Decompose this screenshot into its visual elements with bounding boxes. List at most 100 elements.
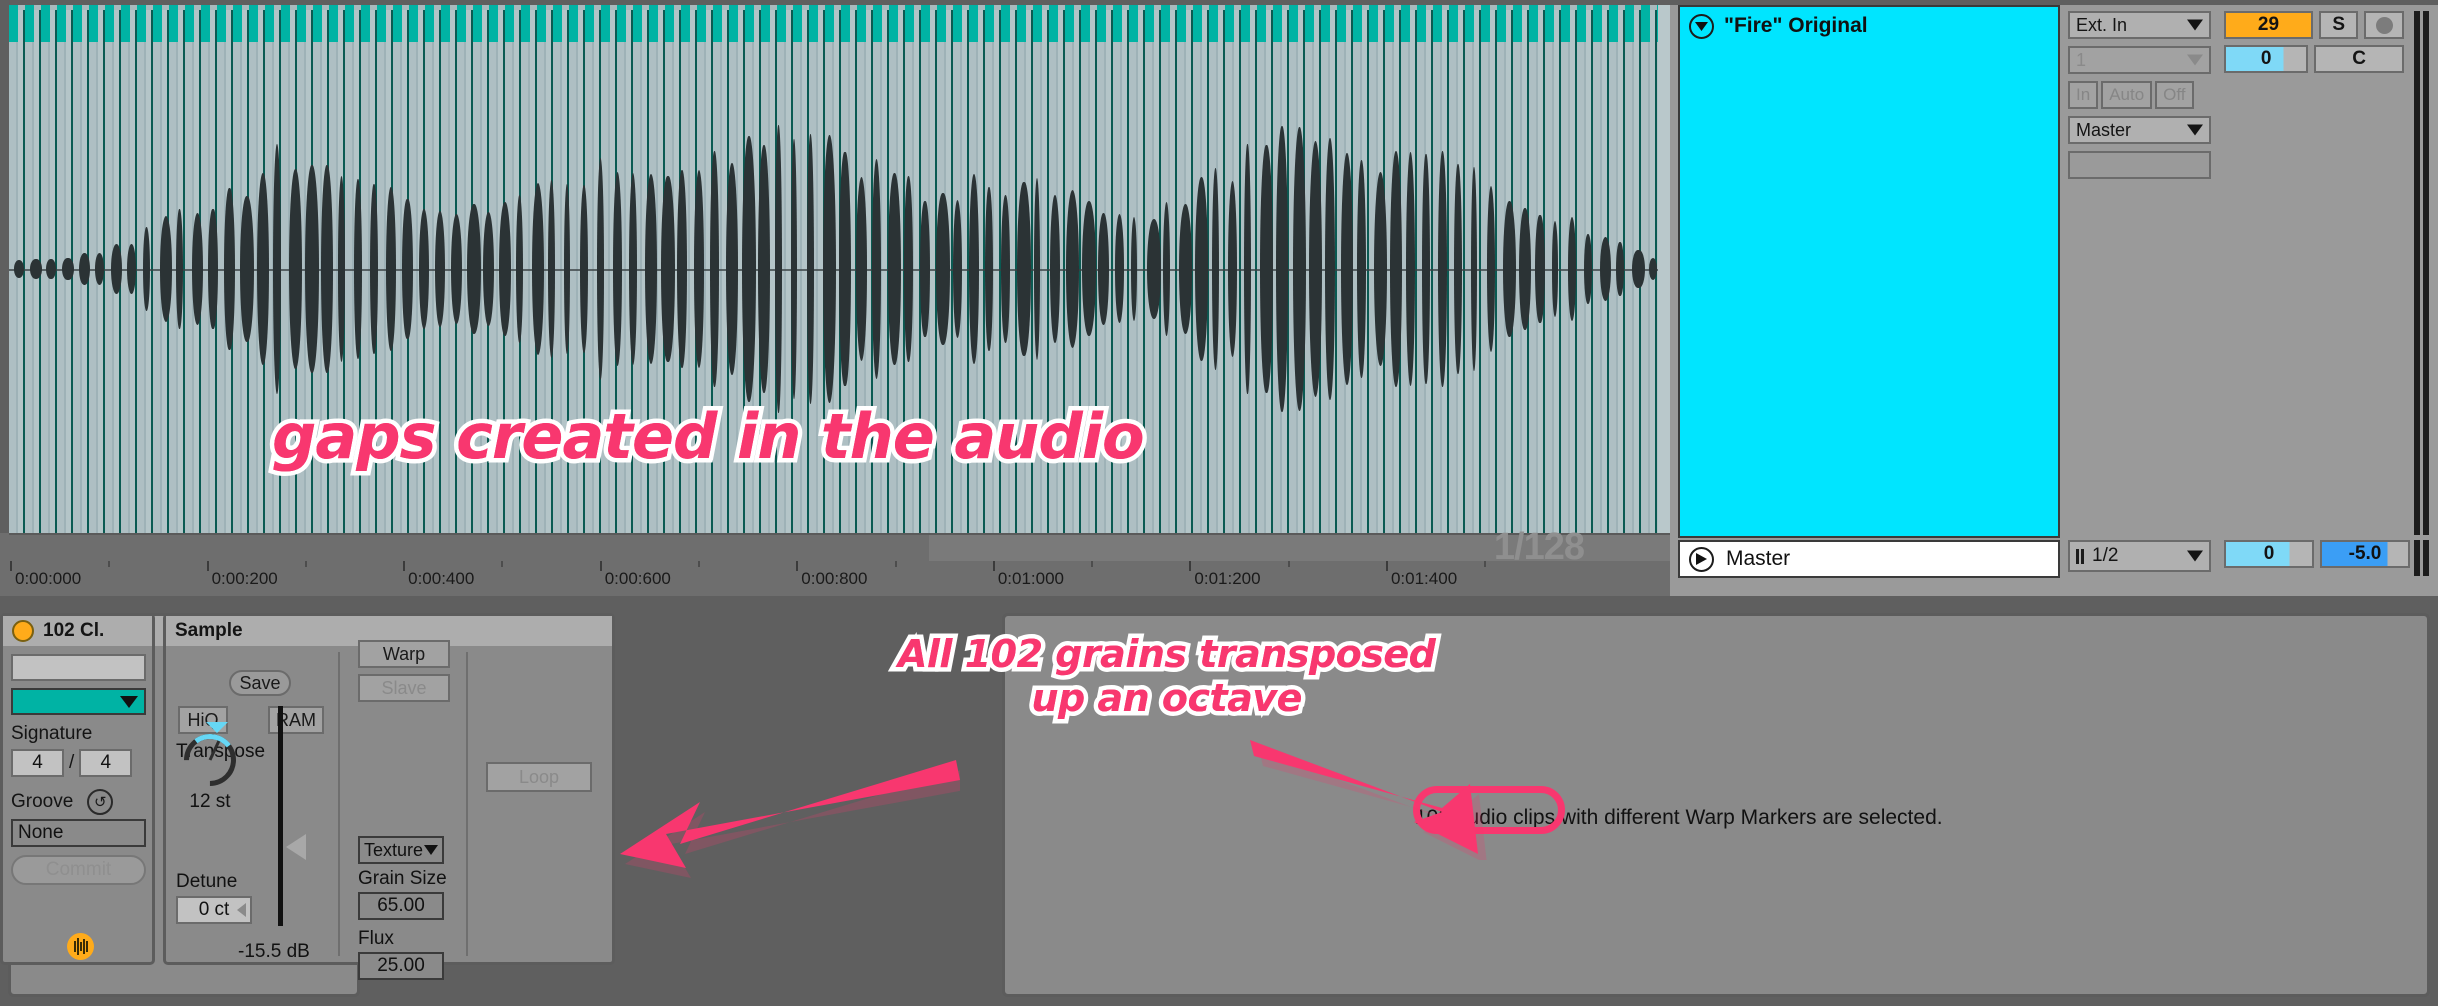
zoom-indicator-band[interactable]: 1/128 (9, 527, 1689, 567)
warp-mode-value: Texture (364, 839, 424, 860)
waveform-grain (1389, 150, 1402, 388)
grain-size-value[interactable]: 65.00 (358, 892, 444, 920)
refresh-icon[interactable]: ↺ (87, 789, 114, 815)
crossfade-assign-select[interactable]: 1/2 (2068, 540, 2211, 572)
ram-button[interactable]: RAM (268, 706, 324, 734)
track-header-panel: "Fire" Original Ext. In 1 In Auto Off Ma… (1670, 0, 2438, 596)
ruler-time-label: 0:00:000 (15, 569, 82, 588)
waveform-grain (1195, 177, 1209, 361)
waveform-grain (467, 204, 481, 334)
detune-label: Detune (176, 871, 238, 892)
pan-mode-button[interactable]: C (2314, 45, 2404, 73)
waveform-grain (208, 208, 218, 330)
clip-waveform-area[interactable] (0, 0, 1670, 533)
clip-activator-icon[interactable] (12, 620, 34, 642)
waveform-grain (985, 186, 993, 352)
chevron-down-icon[interactable] (1689, 13, 1714, 39)
waveform-icon[interactable] (67, 932, 94, 960)
monitor-auto-button[interactable]: Auto (2101, 81, 2153, 109)
waveform-grain (904, 175, 913, 363)
chevron-down-icon (2187, 124, 2203, 136)
record-arm-button[interactable] (2364, 11, 2404, 39)
clip-volume-slider[interactable] (278, 706, 306, 926)
transpose-value: 12 st (189, 791, 231, 812)
waveform-grain (1260, 145, 1273, 393)
master-name-cell[interactable]: Master (1678, 540, 2060, 578)
pan-value[interactable]: 0 (2224, 45, 2309, 73)
sample-loop-column: Loop (478, 646, 618, 962)
clip-color-select[interactable] (11, 688, 146, 715)
track-io-column: Ext. In 1 In Auto Off Master (2068, 11, 2216, 179)
waveform-canvas[interactable] (9, 5, 1670, 533)
chevron-down-icon (2187, 54, 2203, 66)
slave-button[interactable]: Slave (358, 674, 450, 702)
waveform-grain (289, 168, 303, 370)
waveform-grain (709, 151, 719, 387)
monitor-off-button[interactable]: Off (2155, 81, 2194, 109)
waveform-grain (920, 201, 930, 337)
crossfade-value: 1/2 (2092, 545, 2119, 566)
monitor-in-button[interactable]: In (2068, 81, 2099, 109)
solo-button[interactable]: S (2318, 11, 2359, 39)
ruler-tick (206, 561, 209, 571)
sample-left-column: Save HiQ RAM Transpose 12 st Detune 0 ct… (166, 646, 346, 962)
groove-row: Groove ↺ (11, 789, 144, 815)
waveform-grain (677, 169, 688, 369)
input-type-select[interactable]: Ext. In (2068, 11, 2211, 39)
waveform-grain (62, 257, 74, 281)
master-track-row: Master 1/2 0 -5.0 (1678, 540, 2430, 580)
status-panel: 102 audio clips with different Warp Mark… (1002, 613, 2430, 997)
time-ruler[interactable]: 0:00:000 0:00:200 0:00:400 0:00:600 0:00:800… (0, 561, 1670, 596)
waveform-grain (1324, 138, 1336, 400)
waveform-grain (790, 139, 797, 399)
waveform-grain (13, 260, 25, 278)
warp-mode-select[interactable]: Texture (358, 836, 444, 864)
waveform-grain (871, 158, 882, 380)
signature-numerator[interactable]: 4 (11, 749, 64, 777)
warp-button[interactable]: Warp (358, 640, 450, 668)
clip-name-field[interactable] (11, 654, 146, 681)
waveform-grain (726, 163, 739, 375)
play-icon[interactable] (1689, 546, 1714, 572)
ruler-tick (10, 561, 12, 571)
knob-indicator-icon (206, 722, 228, 733)
ruler-tick-minor (501, 561, 504, 567)
master-pan-value[interactable]: 0 (2224, 540, 2314, 568)
ruler-time-label: 0:01:200 (1194, 569, 1261, 588)
waveform-grain (1244, 144, 1251, 394)
volume-slider-handle[interactable] (286, 834, 306, 860)
waveform-tail (1658, 5, 1670, 533)
transpose-knob-group: 12 st (173, 722, 266, 813)
waveform-grain (564, 184, 571, 354)
groove-select[interactable]: None (11, 819, 146, 847)
waveform-grain (855, 176, 868, 362)
column-divider (466, 652, 468, 956)
transpose-knob[interactable] (173, 722, 247, 797)
send-a-value[interactable]: 29 (2224, 11, 2313, 39)
ruler-tick (599, 561, 602, 571)
commit-button[interactable]: Commit (11, 855, 146, 885)
waveform-grain (839, 151, 851, 387)
chevron-down-icon (424, 845, 438, 855)
output-channel-select[interactable] (2068, 151, 2211, 179)
loop-button[interactable]: Loop (486, 762, 592, 792)
ruler-tick (403, 561, 406, 571)
waveform-grain (1486, 186, 1496, 352)
ruler-tick (796, 561, 799, 571)
input-channel-select[interactable]: 1 (2068, 46, 2211, 74)
save-button[interactable]: Save (229, 670, 291, 696)
waveform-grain (531, 182, 545, 356)
mixer-row-top: 29 S (2224, 11, 2404, 39)
master-volume-value[interactable]: -5.0 (2320, 540, 2410, 568)
track-name-cell[interactable]: "Fire" Original (1678, 5, 2060, 538)
master-mixer-values: 0 -5.0 (2224, 540, 2410, 568)
waveform-grain (30, 259, 42, 279)
flux-value[interactable]: 25.00 (358, 952, 444, 980)
detune-value[interactable]: 0 ct (176, 896, 252, 924)
sample-box-body: Save HiQ RAM Transpose 12 st Detune 0 ct… (166, 640, 612, 980)
waveform-grain (515, 194, 523, 344)
signature-denominator[interactable]: 4 (79, 749, 133, 777)
output-type-select[interactable]: Master (2068, 116, 2211, 144)
waveform-grain (580, 185, 589, 353)
track-name-row[interactable]: "Fire" Original (1680, 7, 2058, 45)
